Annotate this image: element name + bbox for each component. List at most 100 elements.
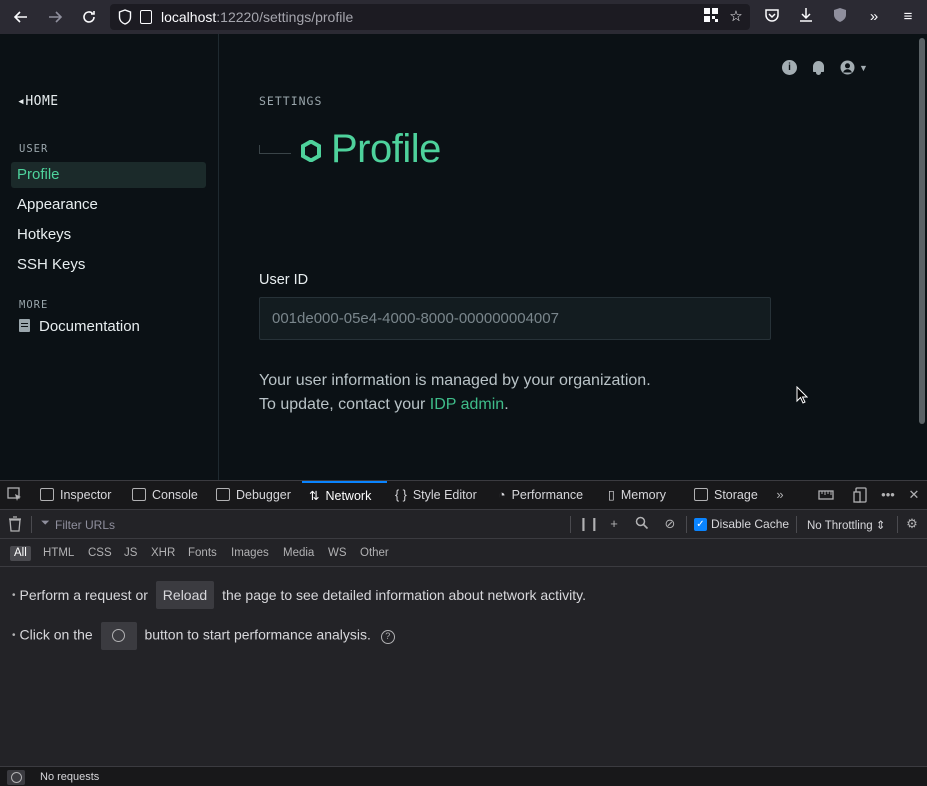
- filter-icon: ⏷: [41, 517, 50, 529]
- browser-toolbar: localhost:12220/settings/profile ☆ » ≡: [0, 0, 927, 34]
- more-options-icon[interactable]: •••: [880, 487, 896, 503]
- pocket-icon[interactable]: [762, 7, 782, 27]
- tab-memory[interactable]: ▯ Memory: [608, 481, 666, 510]
- idp-admin-link[interactable]: IDP admin: [430, 396, 504, 413]
- chevron-down-icon: ▼: [859, 62, 868, 73]
- network-arrows-icon: ⇅: [309, 489, 320, 503]
- page-scrollbar[interactable]: [915, 34, 927, 480]
- reload-icon[interactable]: [79, 7, 99, 27]
- tab-performance[interactable]: ◔ Performance: [498, 481, 583, 510]
- info-text: Your user information is managed by your…: [259, 369, 651, 417]
- filter-images[interactable]: Images: [231, 546, 269, 561]
- storage-icon: [694, 488, 708, 501]
- info-line-1: Your user information is managed by your…: [259, 372, 651, 389]
- gear-icon[interactable]: ⚙: [904, 516, 920, 532]
- filter-html[interactable]: HTML: [43, 546, 74, 561]
- filter-all[interactable]: All: [10, 546, 31, 561]
- search-icon[interactable]: [634, 516, 650, 532]
- devtools-panel: Inspector Console Debugger ⇅ Network { } S…: [0, 480, 927, 786]
- sidebar-item-hotkeys[interactable]: Hotkeys: [11, 222, 206, 248]
- tab-network[interactable]: ⇅ Network: [302, 481, 387, 510]
- qr-code-icon[interactable]: [701, 7, 721, 27]
- tab-console[interactable]: Console: [132, 481, 198, 510]
- devtools-tab-bar: Inspector Console Debugger ⇅ Network { } S…: [0, 481, 927, 510]
- page-title: Profile: [331, 127, 441, 171]
- mouse-cursor-icon: [796, 386, 808, 404]
- network-empty-message-2: • Click on the button to start performanc…: [12, 622, 395, 650]
- breadcrumb: SETTINGS: [259, 94, 323, 108]
- home-link[interactable]: ◂HOME: [17, 94, 59, 109]
- request-type-filters: All HTML CSS JS XHR Fonts Images Media W…: [0, 539, 927, 567]
- header-icons: i ▼: [782, 60, 868, 75]
- tab-style-editor[interactable]: { } Style Editor: [395, 481, 477, 510]
- trash-icon[interactable]: [7, 516, 23, 532]
- shield-icon[interactable]: [118, 9, 132, 25]
- reload-button[interactable]: Reload: [155, 581, 215, 609]
- element-picker-icon[interactable]: [7, 487, 23, 503]
- download-icon[interactable]: [796, 7, 816, 27]
- toolbar-separator: [796, 516, 797, 533]
- tab-debugger[interactable]: Debugger: [216, 481, 291, 510]
- web-page: ◂HOME USER Profile Appearance Hotkeys SS…: [0, 34, 927, 480]
- sidebar: ◂HOME USER Profile Appearance Hotkeys SS…: [0, 34, 219, 480]
- block-icon[interactable]: ⊘: [662, 516, 678, 532]
- sidebar-item-profile[interactable]: Profile: [11, 162, 206, 188]
- forward-icon[interactable]: [45, 7, 65, 27]
- gauge-icon: ◔: [498, 488, 506, 502]
- user-menu[interactable]: ▼: [840, 60, 868, 75]
- scrollbar-thumb[interactable]: [919, 38, 925, 424]
- close-icon[interactable]: ✕: [906, 487, 922, 503]
- toolbar-separator: [570, 516, 571, 533]
- toolbar-separator: [897, 516, 898, 533]
- checkmark-icon[interactable]: ✓: [694, 517, 707, 531]
- document-icon: [19, 319, 30, 332]
- more-section-label: MORE: [19, 299, 49, 311]
- ublock-icon[interactable]: [830, 7, 850, 27]
- sidebar-item-ssh-keys[interactable]: SSH Keys: [11, 252, 206, 278]
- toolbar-separator: [686, 516, 687, 533]
- ruler-icon[interactable]: [818, 487, 834, 503]
- stopwatch-button[interactable]: [100, 622, 137, 650]
- filter-fonts[interactable]: Fonts: [188, 546, 217, 561]
- filter-other[interactable]: Other: [360, 546, 389, 561]
- network-status-bar: No requests: [0, 766, 927, 786]
- filter-xhr[interactable]: XHR: [151, 546, 175, 561]
- throttling-select[interactable]: No Throttling ⇕: [807, 518, 885, 532]
- page-icon[interactable]: [140, 10, 152, 24]
- url-text[interactable]: localhost:12220/settings/profile: [161, 9, 353, 25]
- main-content: i ▼ SETTINGS Profile User ID 001de000-05…: [219, 34, 915, 480]
- bookmark-star-icon[interactable]: ☆: [726, 7, 746, 27]
- tab-storage[interactable]: Storage: [694, 481, 758, 510]
- updown-icon: ⇕: [875, 520, 886, 532]
- filter-js[interactable]: JS: [124, 546, 137, 561]
- stopwatch-icon[interactable]: [7, 770, 25, 785]
- user-avatar-icon: [840, 60, 855, 75]
- user-id-field[interactable]: 001de000-05e4-4000-8000-000000004007: [259, 297, 771, 340]
- responsive-design-icon[interactable]: [853, 487, 869, 503]
- chip-icon: ▯: [608, 488, 615, 502]
- url-bar[interactable]: localhost:12220/settings/profile: [110, 4, 750, 30]
- sidebar-item-documentation[interactable]: Documentation: [11, 316, 140, 338]
- back-icon[interactable]: [11, 7, 31, 27]
- info-icon[interactable]: i: [782, 60, 797, 75]
- help-icon[interactable]: ?: [380, 629, 395, 644]
- pause-icon[interactable]: ❙❙: [578, 516, 600, 532]
- console-icon: [132, 488, 146, 501]
- title-decoration: [259, 145, 291, 154]
- info-line-2: To update, contact your IDP admin.: [259, 396, 509, 413]
- user-id-label: User ID: [259, 272, 309, 288]
- tab-inspector[interactable]: Inspector: [40, 481, 111, 510]
- overflow-chevrons-icon[interactable]: »: [864, 7, 884, 27]
- hexagon-icon: [301, 140, 321, 162]
- filter-urls-input[interactable]: Filter URLs: [55, 518, 115, 532]
- add-icon[interactable]: +: [606, 516, 622, 532]
- bell-icon[interactable]: [811, 60, 826, 75]
- more-tabs-chevrons-icon[interactable]: »: [772, 487, 788, 503]
- filter-ws[interactable]: WS: [328, 546, 347, 561]
- disable-cache-checkbox[interactable]: ✓ Disable Cache: [694, 517, 789, 531]
- inspector-icon: [40, 488, 54, 501]
- sidebar-item-appearance[interactable]: Appearance: [11, 192, 206, 218]
- hamburger-menu-icon[interactable]: ≡: [898, 7, 918, 27]
- filter-css[interactable]: CSS: [88, 546, 112, 561]
- filter-media[interactable]: Media: [283, 546, 314, 561]
